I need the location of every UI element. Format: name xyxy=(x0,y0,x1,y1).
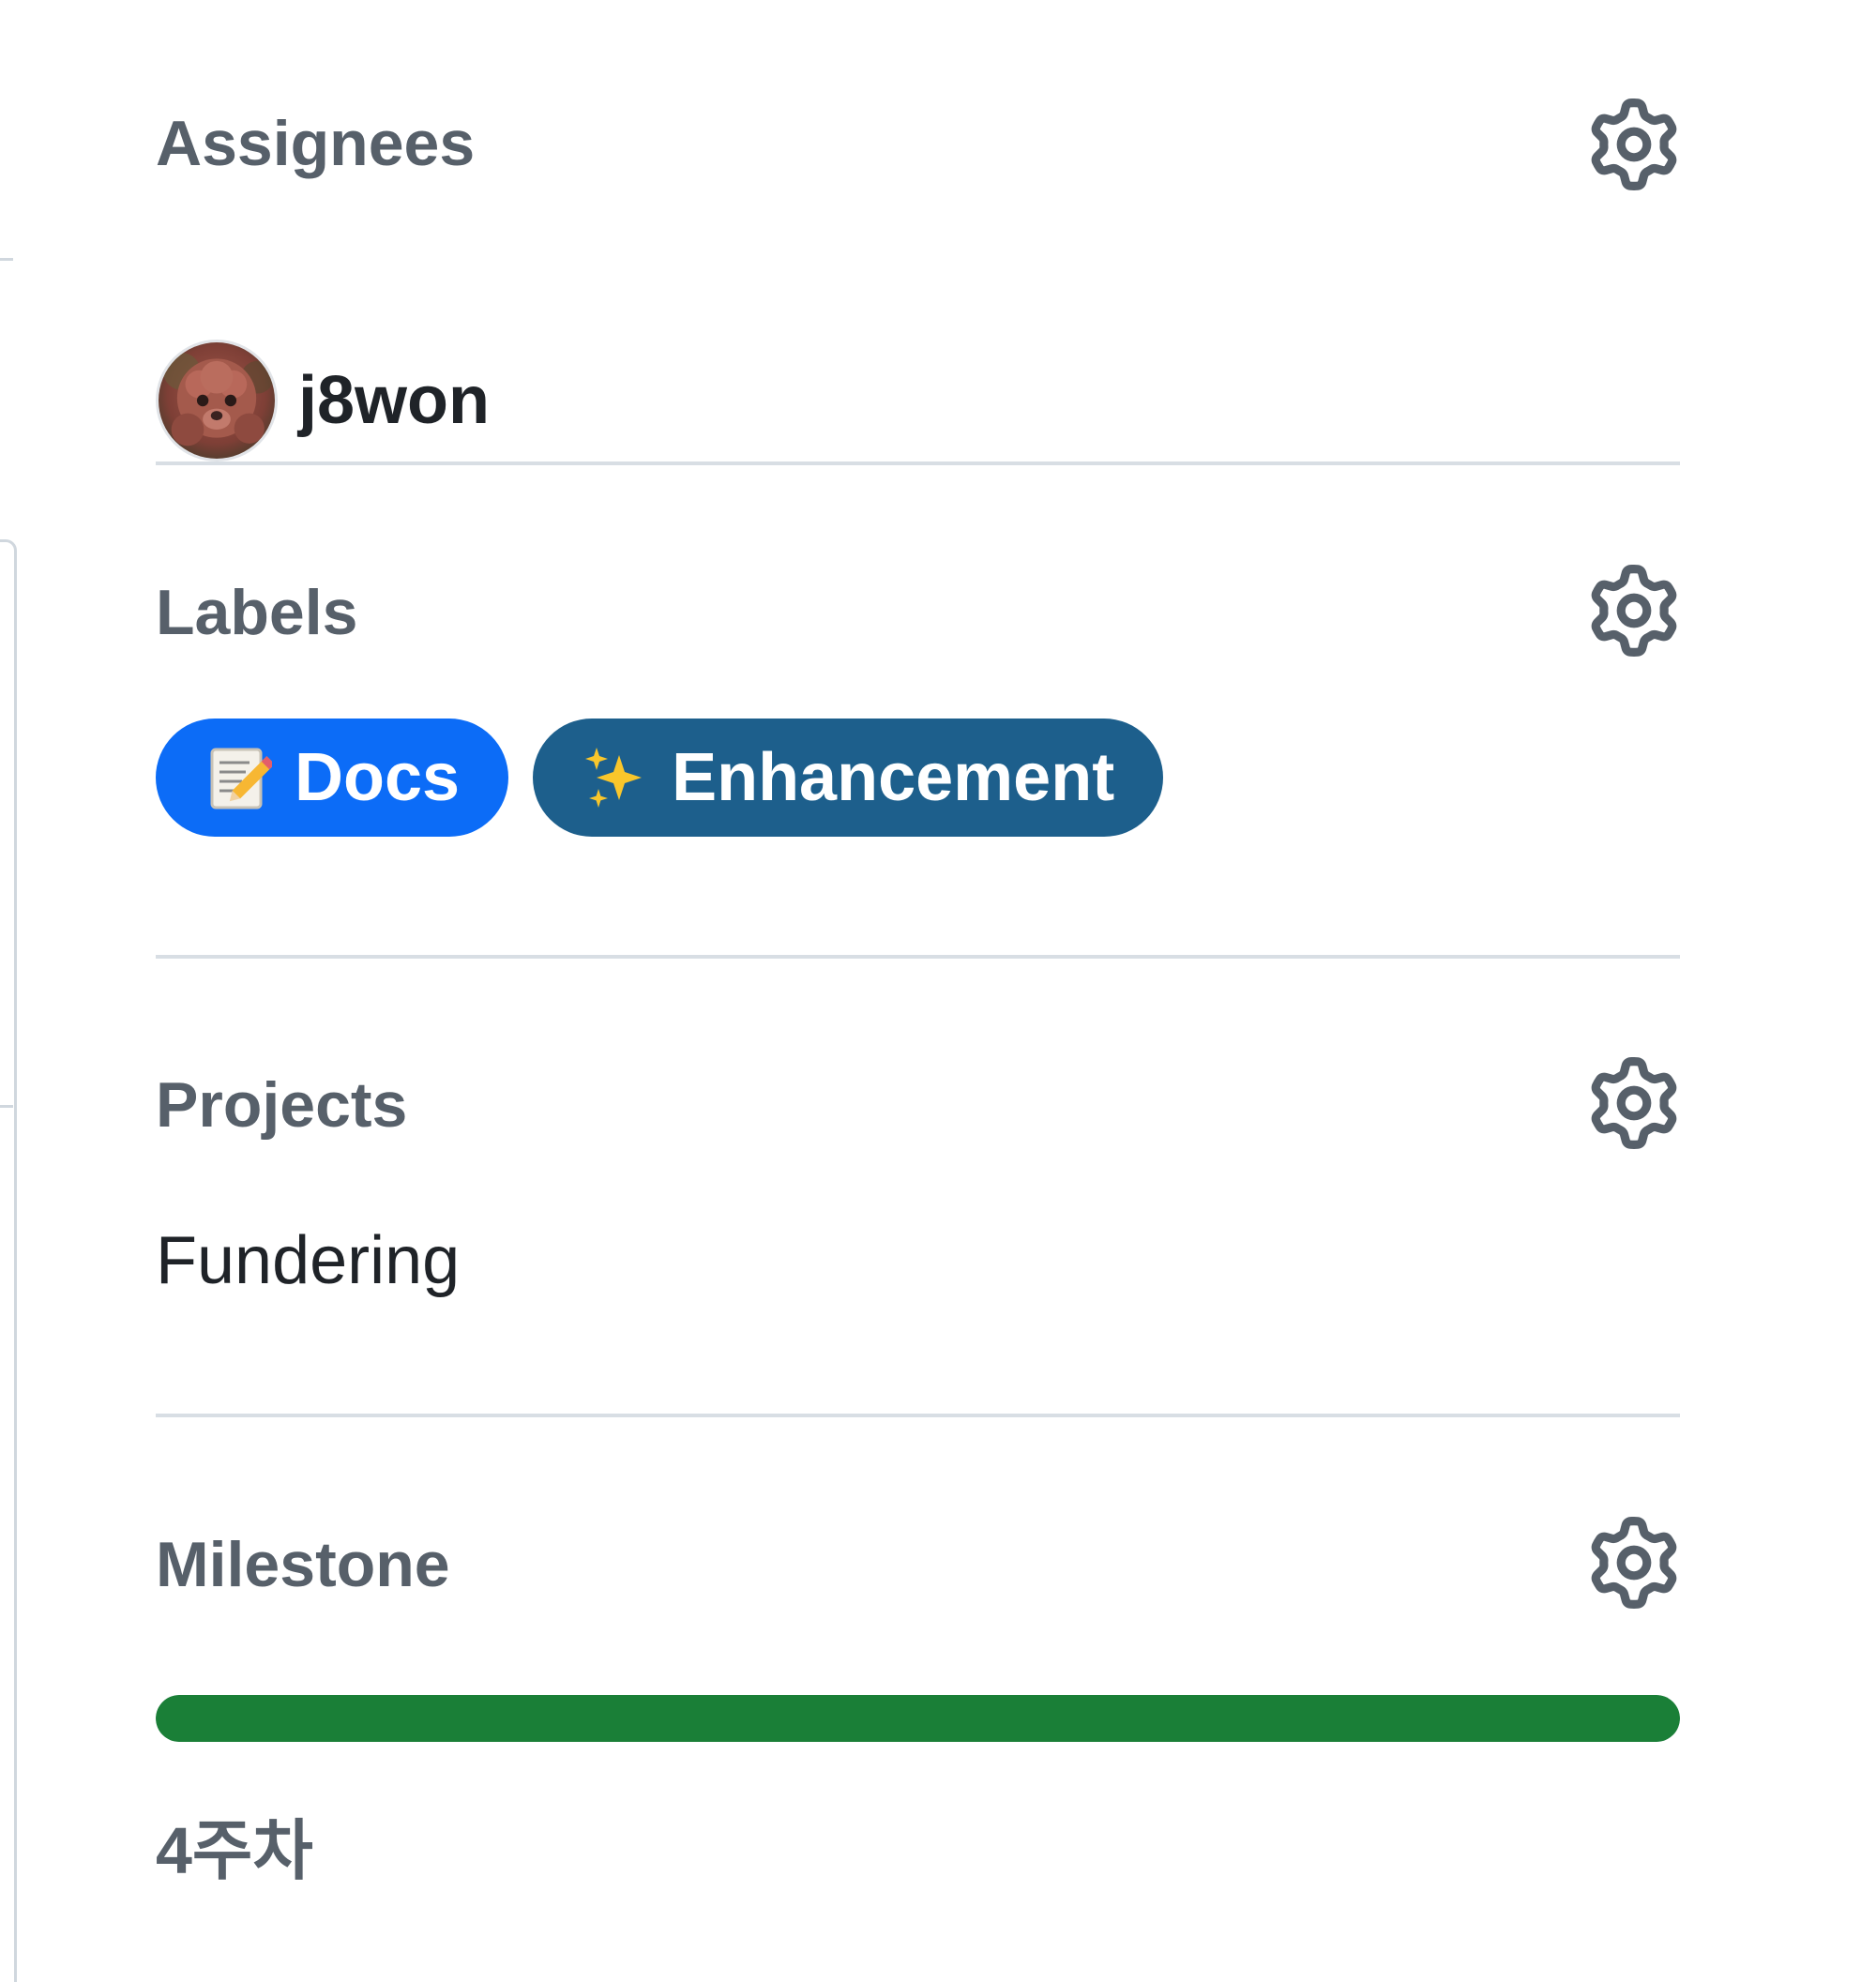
section-divider xyxy=(156,461,1680,465)
avatar xyxy=(156,340,278,461)
milestone-progress-bar xyxy=(156,1695,1680,1742)
issue-sidebar: Assignees j8won Labels Docs Enhancement … xyxy=(0,0,1876,1982)
milestone-heading[interactable]: Milestone xyxy=(156,1527,450,1602)
gear-icon[interactable] xyxy=(1588,1057,1680,1149)
gear-icon[interactable] xyxy=(1588,1517,1680,1609)
label-enhancement[interactable]: Enhancement xyxy=(533,719,1164,837)
assignee-login: j8won xyxy=(298,363,491,438)
section-divider xyxy=(156,955,1680,959)
gear-icon[interactable] xyxy=(1588,98,1680,190)
labels-list: Docs Enhancement xyxy=(156,719,1164,837)
label-name: Enhancement xyxy=(672,740,1115,815)
projects-section: Projects Fundering xyxy=(156,1055,1680,1337)
assignees-heading[interactable]: Assignees xyxy=(156,106,475,181)
sparkles-icon xyxy=(582,744,649,811)
projects-heading[interactable]: Projects xyxy=(156,1067,407,1142)
milestone-link[interactable]: 4주차 xyxy=(156,1798,313,1893)
panel-edge-line xyxy=(0,258,13,261)
assignee-item[interactable]: j8won xyxy=(156,338,490,463)
milestone-section: Milestone 4주차 xyxy=(156,1515,1680,1909)
project-item[interactable]: Fundering xyxy=(156,1222,460,1299)
labels-heading[interactable]: Labels xyxy=(156,575,357,650)
assignees-section: Assignees j8won xyxy=(156,94,1680,461)
label-name: Docs xyxy=(295,740,461,815)
section-divider xyxy=(156,1414,1680,1417)
gear-icon[interactable] xyxy=(1588,565,1680,657)
milestone-progress-fill xyxy=(156,1695,1680,1742)
panel-edge-border xyxy=(0,539,17,1982)
label-docs[interactable]: Docs xyxy=(156,719,509,837)
panel-edge-line xyxy=(0,1105,13,1108)
labels-section: Labels Docs Enhancement xyxy=(156,563,1680,844)
memo-icon xyxy=(204,744,272,811)
